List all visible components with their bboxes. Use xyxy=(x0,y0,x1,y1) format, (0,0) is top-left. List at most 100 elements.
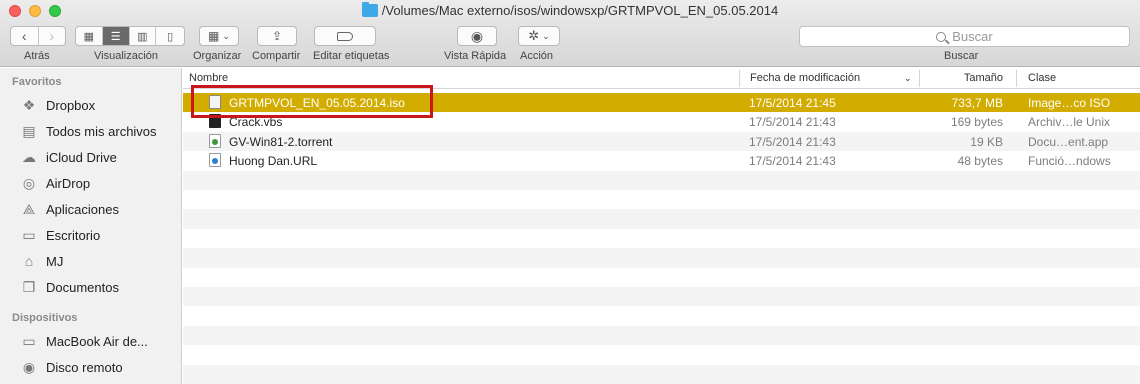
column-view-button[interactable]: ▥ xyxy=(130,27,157,45)
column-name[interactable]: Nombre xyxy=(189,72,228,84)
table-row[interactable]: Huong Dan.URL 17/5/2014 21:43 48 bytes F… xyxy=(183,151,1140,170)
file-kind: Funció…ndows xyxy=(1028,154,1111,169)
column-size[interactable]: Tamaño xyxy=(964,72,1003,84)
applications-icon: ⟁ xyxy=(22,200,36,217)
empty-row xyxy=(183,190,1140,209)
sidebar-item-applications[interactable]: ⟁ Aplicaciones xyxy=(20,198,119,220)
list-view-button[interactable]: ☰ xyxy=(102,27,130,45)
toolbar: /Volumes/Mac externo/isos/windowsxp/GRTM… xyxy=(0,0,1140,67)
search-input[interactable]: Buscar xyxy=(799,26,1130,47)
share-button[interactable]: ⇪ xyxy=(257,26,297,46)
empty-row xyxy=(183,170,1140,190)
empty-row xyxy=(183,268,1140,287)
sidebar-item-label: Todos mis archivos xyxy=(46,123,157,139)
desktop-icon: ▭ xyxy=(22,226,36,243)
favorites-header: Favoritos xyxy=(12,76,62,88)
column-divider xyxy=(1016,70,1017,87)
window-title-wrap: /Volumes/Mac externo/isos/windowsxp/GRTM… xyxy=(0,2,1140,18)
empty-row xyxy=(183,209,1140,229)
sidebar-item-label: MJ xyxy=(46,253,64,269)
window-title: /Volumes/Mac externo/isos/windowsxp/GRTM… xyxy=(381,3,779,18)
quicklook-label: Vista Rápida xyxy=(444,50,507,62)
empty-row xyxy=(183,345,1140,364)
torrent-file-icon xyxy=(209,133,221,148)
file-kind: Image…co ISO xyxy=(1028,96,1111,110)
empty-row xyxy=(183,287,1140,307)
empty-row xyxy=(183,325,1140,346)
sidebar-item-label: Aplicaciones xyxy=(46,201,119,217)
share-icon: ⇪ xyxy=(271,29,283,43)
empty-row xyxy=(183,248,1140,268)
file-kind: Archiv…le Unix xyxy=(1028,115,1111,130)
sidebar-item-label: iCloud Drive xyxy=(46,149,117,165)
table-row[interactable]: GV-Win81-2.torrent 17/5/2014 21:43 19 KB… xyxy=(183,131,1140,152)
column-divider xyxy=(919,70,920,87)
annotation-highlight-box xyxy=(191,85,433,118)
sidebar-item-label: MacBook Air de... xyxy=(46,333,148,349)
column-kind[interactable]: Clase xyxy=(1028,72,1056,84)
empty-row xyxy=(183,229,1140,248)
sidebar-item-all-files[interactable]: ▤ Todos mis archivos xyxy=(20,120,157,142)
action-button[interactable]: ✲ ⌄ xyxy=(518,26,560,46)
file-size: 19 KB xyxy=(970,134,1003,149)
file-size: 169 bytes xyxy=(950,115,1003,130)
forward-button[interactable]: › xyxy=(39,27,66,45)
column-divider xyxy=(739,70,740,87)
airdrop-icon: ◎ xyxy=(22,174,36,191)
search-icon xyxy=(936,31,947,42)
file-size: 733,7 MB xyxy=(951,96,1003,110)
file-date: 17/5/2014 21:43 xyxy=(749,134,836,149)
file-size: 48 bytes xyxy=(957,154,1003,169)
icon-view-button[interactable]: ▦ xyxy=(76,27,103,45)
tags-button[interactable] xyxy=(314,26,376,46)
sidebar-item-airdrop[interactable]: ◎ AirDrop xyxy=(20,172,90,194)
arrange-label: Organizar xyxy=(193,50,242,62)
search-placeholder: Buscar xyxy=(952,29,993,44)
sidebar-item-home[interactable]: ⌂ MJ xyxy=(20,250,64,272)
empty-row xyxy=(183,306,1140,325)
tag-icon xyxy=(337,31,353,41)
sidebar-item-icloud[interactable]: ☁ iCloud Drive xyxy=(20,146,117,168)
chevron-down-icon: ⌄ xyxy=(222,30,230,41)
devices-header: Dispositivos xyxy=(12,312,78,324)
url-file-icon xyxy=(209,153,221,168)
folder-icon xyxy=(361,2,378,17)
sidebar-item-dropbox[interactable]: ❖ Dropbox xyxy=(20,94,95,116)
back-label: Atrás xyxy=(24,50,50,62)
column-date[interactable]: Fecha de modificación xyxy=(750,72,860,84)
file-date: 17/5/2014 21:45 xyxy=(749,96,836,110)
sidebar: Favoritos ❖ Dropbox ▤ Todos mis archivos… xyxy=(0,68,182,384)
file-date: 17/5/2014 21:43 xyxy=(749,154,836,169)
sidebar-item-macbook[interactable]: ▭ MacBook Air de... xyxy=(20,330,148,352)
sidebar-item-documents[interactable]: ❐ Documentos xyxy=(20,276,119,298)
cloud-icon: ☁ xyxy=(22,148,36,165)
laptop-icon: ▭ xyxy=(22,332,36,349)
coverflow-view-button[interactable]: ▯ xyxy=(156,27,184,45)
file-kind: Docu…ent.app xyxy=(1028,134,1109,149)
sidebar-item-label: Escritorio xyxy=(46,227,101,243)
dropbox-icon: ❖ xyxy=(22,96,36,113)
action-label: Acción xyxy=(520,50,554,62)
documents-icon: ❐ xyxy=(22,278,36,295)
all-files-icon: ▤ xyxy=(22,122,36,139)
empty-row xyxy=(183,364,1140,384)
sidebar-item-desktop[interactable]: ▭ Escritorio xyxy=(20,224,100,246)
chevron-down-icon: ⌄ xyxy=(542,30,550,41)
sidebar-item-remote-disc[interactable]: ◉ Disco remoto xyxy=(20,356,123,378)
grid-icon: ▦ xyxy=(208,29,220,43)
back-button[interactable]: ‹ xyxy=(11,27,39,45)
sidebar-item-label: Dropbox xyxy=(46,97,96,113)
quicklook-button[interactable]: ◉ xyxy=(457,26,497,46)
tags-label: Editar etiquetas xyxy=(313,50,390,62)
file-date: 17/5/2014 21:43 xyxy=(749,115,836,130)
sidebar-item-label: Disco remoto xyxy=(46,359,123,375)
file-name: Huong Dan.URL xyxy=(229,154,318,169)
sidebar-item-label: AirDrop xyxy=(46,175,91,191)
arrange-button[interactable]: ▦ ⌄ xyxy=(199,26,239,46)
view-mode-control: ▦ ☰ ▥ ▯ xyxy=(75,26,185,46)
back-forward-control: ‹ › xyxy=(10,26,66,46)
home-icon: ⌂ xyxy=(24,253,34,269)
file-name: GV-Win81-2.torrent xyxy=(229,134,333,149)
sort-chevron-icon: ⌄ xyxy=(904,73,912,83)
eye-icon: ◉ xyxy=(470,27,484,44)
